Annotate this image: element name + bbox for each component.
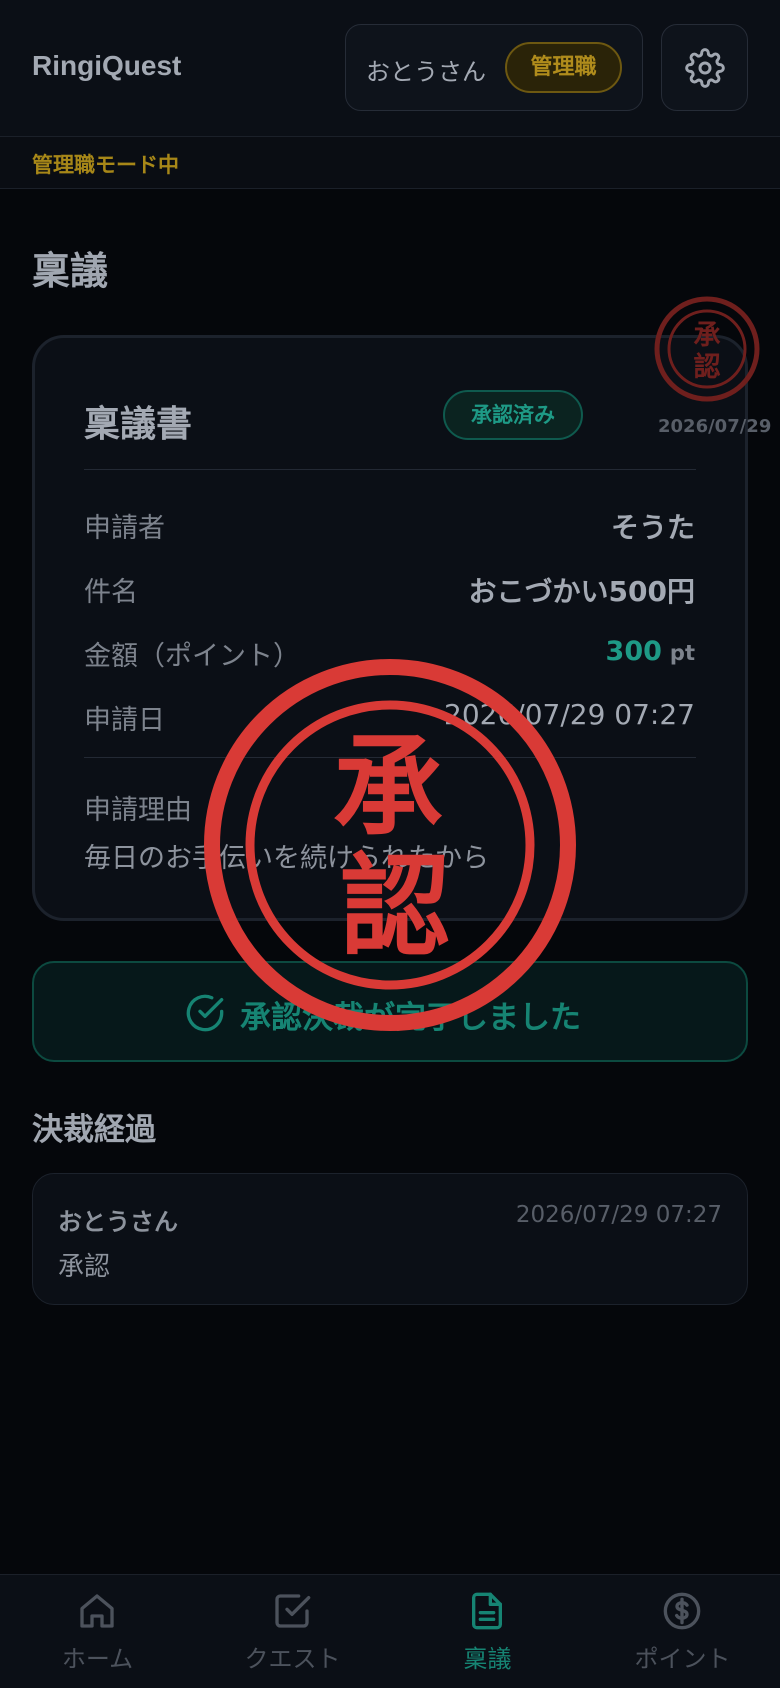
amount-unit: pt	[669, 641, 695, 665]
app-header: RingiQuest おとうさん 管理職	[0, 0, 780, 137]
amount-value: 300 pt	[606, 634, 695, 667]
nav-item-quest[interactable]: クエスト	[195, 1575, 390, 1688]
mode-indicator-text: 管理職モード中	[32, 153, 179, 177]
approval-log-item: おとうさん 2026/07/29 07:27 承認	[32, 1173, 748, 1305]
stamp-char: 認	[340, 842, 450, 971]
log-actor: おとうさん	[58, 1208, 178, 1236]
subject-value: おこづかい500円	[468, 575, 695, 608]
gear-icon	[684, 47, 725, 88]
check-square-icon	[275, 1594, 311, 1628]
status-badge: 承認済み	[443, 390, 583, 440]
bottom-nav: ホーム クエスト 稟議 ポイント	[0, 1574, 780, 1688]
page: RingiQuest おとうさん 管理職 管理職モード中 稟議 稟議書 承認済み…	[0, 0, 780, 1688]
app-title: RingiQuest	[32, 50, 182, 81]
stamp-char: 承	[333, 722, 443, 851]
user-switcher[interactable]: おとうさん 管理職	[345, 24, 643, 111]
applicant-value: そうた	[610, 511, 695, 544]
card-title: 稟議書	[84, 404, 193, 445]
approval-stamp-small: 承 認	[654, 296, 760, 402]
nav-item-points[interactable]: ポイント	[585, 1575, 780, 1688]
nav-item-home[interactable]: ホーム	[0, 1575, 195, 1688]
document-icon	[472, 1592, 502, 1630]
page-title: 稟議	[32, 249, 109, 293]
coin-icon	[663, 1592, 701, 1630]
approval-stamp-large: 承 認	[204, 659, 576, 1031]
stamp-char: 承	[694, 320, 721, 351]
subject-label: 件名	[84, 577, 138, 608]
log-action: 承認	[58, 1252, 111, 1282]
nav-item-ringi[interactable]: 稟議	[390, 1575, 585, 1688]
home-icon	[80, 1594, 114, 1628]
approval-history-title: 決裁経過	[32, 1112, 156, 1148]
amount-number: 300	[605, 636, 662, 667]
nav-label: 稟議	[463, 1645, 512, 1673]
nav-label: ホーム	[61, 1645, 134, 1673]
mode-indicator-bar: 管理職モード中	[0, 137, 780, 189]
stamp-char: 認	[694, 351, 721, 383]
settings-button[interactable]	[661, 24, 748, 111]
reason-label: 申請理由	[84, 795, 192, 826]
date-label: 申請日	[84, 705, 165, 736]
role-badge: 管理職	[505, 42, 622, 93]
applicant-label: 申請者	[84, 513, 165, 544]
stamp-date: 2026/07/29	[658, 416, 772, 437]
divider	[84, 469, 696, 470]
current-user-name: おとうさん	[366, 58, 486, 86]
nav-label: クエスト	[244, 1645, 341, 1673]
nav-label: ポイント	[634, 1645, 731, 1673]
log-time: 2026/07/29 07:27	[515, 1202, 722, 1228]
